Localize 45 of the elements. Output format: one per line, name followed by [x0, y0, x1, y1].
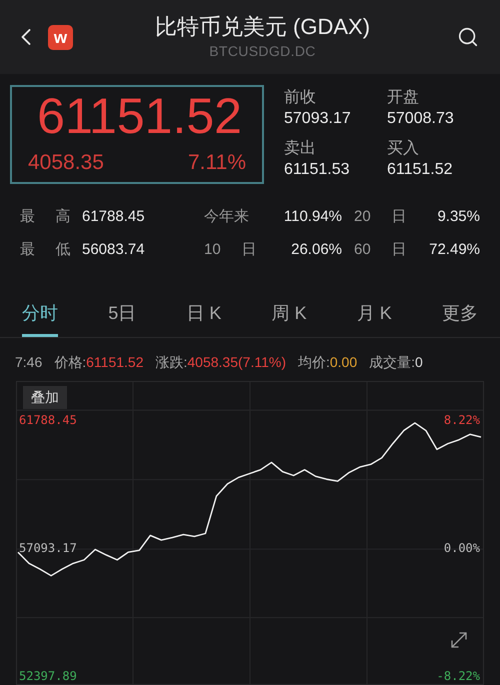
stat-label: 60 日	[353, 240, 404, 260]
price-change-percent: 7.11%	[188, 150, 246, 176]
axis-label: 52397.89	[19, 668, 77, 683]
field-label: 开盘	[387, 88, 420, 108]
field-label: 前收	[284, 88, 317, 108]
field-label: 买入	[387, 138, 420, 159]
field-value: 61151.52	[387, 160, 454, 180]
field-label: 卖出	[284, 138, 317, 159]
page-title: 比特币兑美元 (GDAX)	[154, 12, 370, 40]
stat-value: 61788.45	[82, 207, 146, 227]
stat-value: 26.06%	[290, 240, 342, 260]
chart-tab[interactable]: 5日	[108, 300, 136, 337]
chart-tab[interactable]: 更多	[442, 300, 478, 337]
price-change: 4058.35	[28, 150, 104, 176]
chart-tab[interactable]: 月 K	[356, 300, 392, 337]
info-item: 价格:61151.52	[54, 353, 144, 372]
field-value: 61151.53	[284, 160, 351, 180]
info-item: 涨跌:4058.35(7.11%)	[156, 353, 286, 372]
field-value: 57093.17	[284, 109, 352, 129]
axis-label: 0.00%	[444, 541, 480, 556]
app-logo-icon: w	[48, 24, 73, 50]
time-label: 7:46	[15, 353, 42, 372]
symbol-code: BTCUSDGD.DC	[209, 42, 316, 60]
stat-value: 72.49%	[428, 240, 480, 260]
axis-label: 57093.17	[19, 541, 77, 556]
chart-tab[interactable]: 日 K	[186, 300, 222, 337]
stat-label: 最 高	[20, 207, 72, 227]
current-price: 61151.52	[36, 87, 243, 145]
info-item: 成交量:0	[369, 353, 423, 372]
stat-value: 56083.74	[82, 240, 146, 260]
stat-label: 最 低	[20, 240, 72, 260]
chart-tab[interactable]: 周 K	[272, 300, 307, 337]
axis-label: 8.22%	[444, 413, 480, 428]
stat-label: 20 日	[353, 207, 404, 227]
axis-label: -8.22%	[436, 668, 480, 683]
stat-value: 110.94%	[282, 207, 342, 227]
stat-label: 今年来	[203, 207, 250, 227]
chart-tab[interactable]: 分时	[22, 300, 58, 337]
stat-value: 9.35%	[436, 207, 480, 227]
search-icon	[457, 26, 479, 48]
stat-label: 10 日	[203, 240, 258, 260]
field-value: 57008.73	[387, 109, 455, 129]
overlay-button[interactable]: 叠加	[23, 386, 67, 409]
info-item: 均价:0.00	[298, 353, 358, 372]
axis-label: 61788.45	[19, 413, 77, 428]
